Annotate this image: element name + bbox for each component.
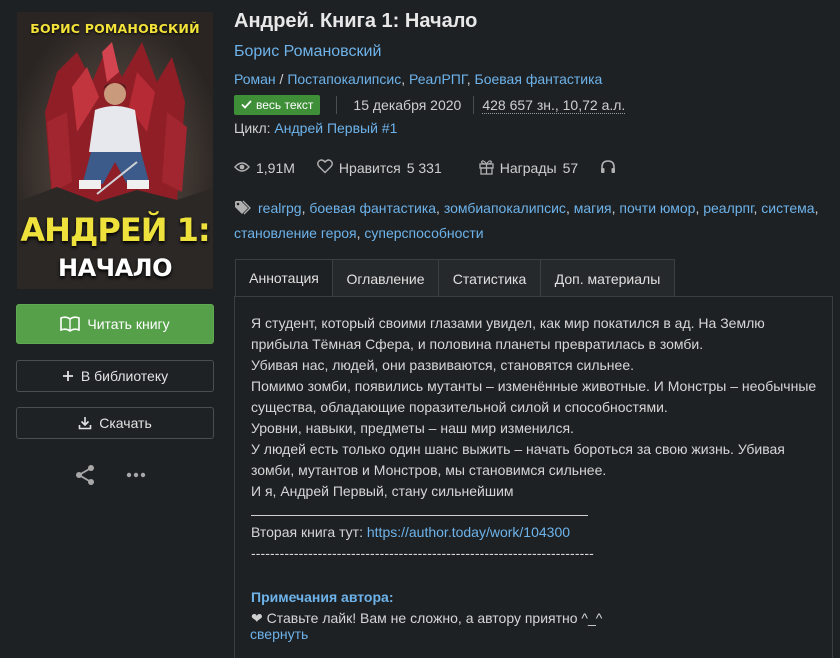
like-button[interactable]: Нравится 5 331 bbox=[316, 159, 442, 177]
annotation-line: У людей есть только один шанс выжить – н… bbox=[251, 441, 785, 457]
tag-list: realrpg, боевая фантастика, зомбиапокали… bbox=[234, 200, 819, 241]
genre-link[interactable]: Боевая фантастика bbox=[475, 71, 603, 87]
more-options-icon[interactable] bbox=[126, 472, 146, 478]
tab-contents[interactable]: Оглавление bbox=[333, 259, 439, 297]
tag-link[interactable]: зомбиапокалипсис bbox=[444, 200, 566, 216]
genre-link-main[interactable]: Роман bbox=[234, 71, 276, 87]
add-to-library-button[interactable]: В библиотеку bbox=[16, 360, 214, 392]
tag-link[interactable]: realrpg bbox=[258, 200, 302, 216]
author-notes-line: ❤ Ставьте лайк! Вам не сложно, а автору … bbox=[251, 608, 816, 629]
cycle-link[interactable]: Андрей Первый #1 bbox=[274, 120, 397, 136]
tag-link[interactable]: суперспособности bbox=[364, 225, 483, 241]
annotation-line: прибыла Тёмная Сфера, и половина планеты… bbox=[251, 336, 704, 352]
plus-icon bbox=[62, 370, 74, 382]
eye-icon bbox=[234, 160, 250, 176]
cycle-info: Цикл: Андрей Первый #1 bbox=[234, 120, 397, 136]
download-icon bbox=[78, 416, 92, 430]
gift-icon bbox=[479, 159, 494, 178]
read-book-button[interactable]: Читать книгу bbox=[16, 304, 214, 344]
tab-statistics[interactable]: Статистика bbox=[439, 259, 541, 297]
views-count: 1,91M bbox=[256, 160, 295, 176]
second-book-line: Вторая книга тут: https://author.today/w… bbox=[251, 522, 816, 543]
tab-bar: Аннотация Оглавление Статистика Доп. мат… bbox=[235, 259, 675, 297]
second-book-link[interactable]: https://author.today/work/104300 bbox=[367, 524, 570, 540]
separator-line bbox=[251, 515, 588, 516]
divider bbox=[336, 96, 338, 114]
annotation-line: зомби, мутантов и Монстров, мы становимс… bbox=[251, 462, 607, 478]
audiobook-button[interactable] bbox=[600, 159, 616, 177]
download-button[interactable]: Скачать bbox=[16, 407, 214, 439]
read-book-label: Читать книгу bbox=[87, 316, 170, 332]
genre-list: Роман / Постапокалипсис, РеалРПГ, Боевая… bbox=[234, 71, 603, 87]
open-book-icon bbox=[60, 316, 81, 332]
heart-icon: ❤ bbox=[251, 610, 263, 626]
tab-annotation[interactable]: Аннотация bbox=[235, 259, 333, 297]
genre-link[interactable]: РеалРПГ bbox=[409, 71, 467, 87]
cover-title-line1: АНДРЕЙ 1: bbox=[20, 211, 210, 249]
annotation-line: существа, обладающие поразительной силой… bbox=[251, 399, 668, 415]
stats-row: 1,91M Нравится 5 331 Награды 57 bbox=[234, 158, 616, 178]
tag-link[interactable]: система bbox=[761, 200, 814, 216]
annotation-line: И я, Андрей Первый, стану сильнейшим bbox=[251, 483, 514, 499]
book-meta-row: весь текст 15 декабря 2020 428 657 зн., … bbox=[234, 94, 626, 116]
tag-link[interactable]: становление героя bbox=[234, 225, 357, 241]
social-actions bbox=[74, 464, 146, 486]
awards-count: 57 bbox=[562, 160, 579, 176]
likes-count: 5 331 bbox=[406, 160, 442, 176]
annotation-line: Я студент, который своими глазами увидел… bbox=[251, 315, 765, 331]
author-notes-text: Ставьте лайк! Вам не сложно, а автору пр… bbox=[266, 610, 603, 626]
annotation-text: Я студент, который своими глазами увидел… bbox=[235, 297, 832, 629]
annotation-line: Убивая нас, людей, они развиваются, стан… bbox=[251, 357, 634, 373]
add-to-library-label: В библиотеку bbox=[80, 368, 169, 384]
divider bbox=[473, 96, 475, 114]
tag-link[interactable]: магия bbox=[574, 200, 612, 216]
views-stat: 1,91M bbox=[234, 160, 295, 176]
genre-link[interactable]: Постапокалипсис bbox=[287, 71, 401, 87]
second-book-label: Вторая книга тут: bbox=[251, 524, 363, 540]
share-icon[interactable] bbox=[74, 464, 96, 486]
book-size[interactable]: 428 657 зн., 10,72 а.л. bbox=[482, 97, 626, 114]
tag-link[interactable]: боевая фантастика bbox=[309, 200, 436, 216]
check-icon bbox=[241, 98, 252, 112]
cover-title-line2: НАЧАЛО bbox=[58, 254, 172, 282]
book-title: Андрей. Книга 1: Начало bbox=[234, 10, 478, 32]
tag-icon bbox=[234, 200, 252, 222]
download-label: Скачать bbox=[99, 415, 152, 431]
headphones-icon bbox=[600, 159, 616, 177]
tag-link[interactable]: почти юмор bbox=[619, 200, 695, 216]
author-link[interactable]: Борис Романовский bbox=[234, 43, 381, 61]
collapse-link[interactable]: свернуть bbox=[250, 626, 308, 642]
annotation-line: Уровни, навыки, предметы – наш мир измен… bbox=[251, 420, 574, 436]
cycle-label: Цикл: bbox=[234, 120, 271, 136]
annotation-panel: Я студент, который своими глазами увидел… bbox=[234, 296, 833, 658]
likes-label: Нравится bbox=[338, 160, 401, 176]
heart-icon bbox=[316, 159, 333, 177]
awards-button[interactable]: Награды 57 bbox=[479, 159, 578, 178]
author-notes-title: Примечания автора: bbox=[251, 589, 394, 605]
book-cover[interactable]: БОРИС РОМАНОВСКИЙ АНДРЕЙ 1: НАЧАЛО bbox=[17, 12, 213, 289]
status-badge: весь текст bbox=[234, 95, 321, 115]
status-badge-label: весь текст bbox=[256, 98, 314, 112]
genre-separator: / bbox=[279, 71, 284, 87]
tab-extra-materials[interactable]: Доп. материалы bbox=[541, 259, 675, 297]
publish-date: 15 декабря 2020 bbox=[353, 97, 462, 113]
tag-link[interactable]: реалрпг bbox=[703, 200, 753, 216]
annotation-line: Помимо зомби, появились мутанты – изменё… bbox=[251, 378, 817, 394]
awards-label: Награды bbox=[499, 160, 557, 176]
dashed-separator: ----------------------------------------… bbox=[251, 545, 594, 561]
cover-author-text: БОРИС РОМАНОВСКИЙ bbox=[30, 21, 200, 36]
